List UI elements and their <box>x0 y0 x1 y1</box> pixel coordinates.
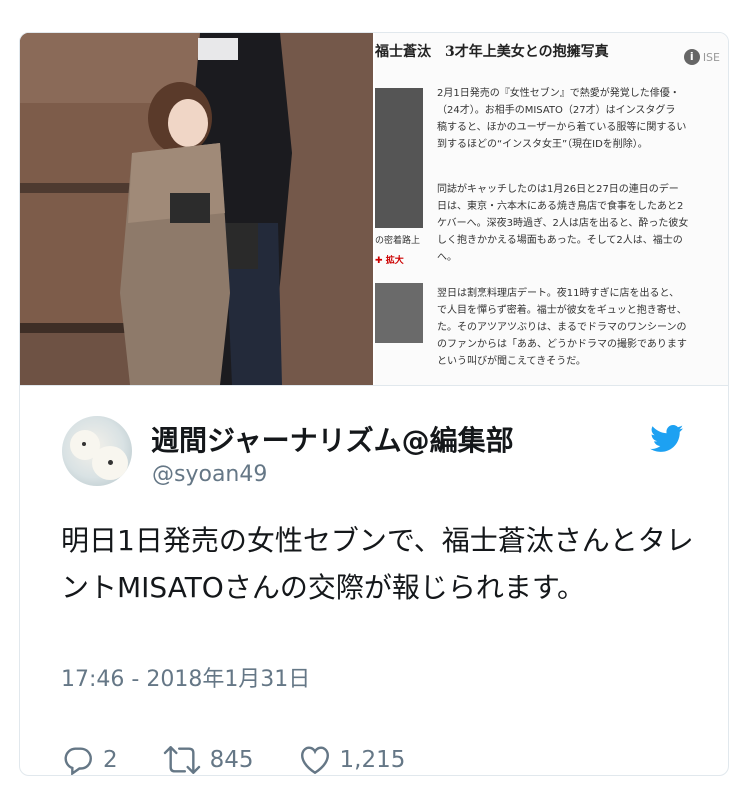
tweet-actions: 2 845 1,215 <box>61 743 449 775</box>
photo-illustration <box>20 33 373 385</box>
clip-info-label: ISE <box>702 50 720 64</box>
reply-button[interactable]: 2 <box>61 743 118 775</box>
clip-thumbnail-2 <box>375 283 423 343</box>
clip-title: 福士蒼汰 3才年上美女との抱擁写真 <box>375 44 609 60</box>
clip-paragraph: 同誌がキャッチしたのは1月26日と27日の連日のデー 日は、東京・六本木にある焼… <box>437 184 689 263</box>
clip-paragraph: 2月1日発売の『女性セブン』で熱愛が発覚した俳優・ （24才）。お相手のMISA… <box>437 88 687 150</box>
clip-info-badge: i ISE <box>683 49 720 65</box>
heart-icon <box>300 746 329 775</box>
like-count: 1,215 <box>339 747 406 773</box>
retweet-icon <box>163 746 200 774</box>
retweet-count: 845 <box>209 747 254 773</box>
tweet-timestamp[interactable]: 17:46 - 2018年1月31日 <box>61 661 310 693</box>
clip-thumbnail-1 <box>375 88 423 228</box>
like-button[interactable]: 1,215 <box>298 744 406 775</box>
info-icon: i <box>683 49 700 65</box>
article-clipping[interactable]: 福士蒼汰 3才年上美女との抱擁写真 i ISE の密着路上 ✚ 拡大 2月1日発… <box>375 33 728 385</box>
tweet-media[interactable]: 福士蒼汰 3才年上美女との抱擁写真 i ISE の密着路上 ✚ 拡大 2月1日発… <box>20 33 728 386</box>
zoom-link[interactable]: ✚ 拡大 <box>375 253 404 266</box>
tweet-text: 明日1日発売の女性セブンで、福士蒼汰さんとタレントMISATOさんの交際が報じら… <box>61 524 694 604</box>
display-name[interactable]: 週間ジャーナリズム@編集部 <box>151 419 514 459</box>
couple-photo[interactable] <box>20 33 373 385</box>
reply-icon <box>64 747 92 775</box>
twitter-bird-icon[interactable] <box>650 425 684 453</box>
tweet-card[interactable]: 福士蒼汰 3才年上美女との抱擁写真 i ISE の密着路上 ✚ 拡大 2月1日発… <box>19 32 729 776</box>
avatar[interactable] <box>62 416 132 486</box>
zoom-label: 拡大 <box>385 256 404 266</box>
user-handle[interactable]: @syoan49 <box>152 462 267 487</box>
tweet-body: 週間ジャーナリズム@編集部 @syoan49 明日1日発売の女性セブンで、福士蒼… <box>20 386 728 775</box>
retweet-button[interactable]: 845 <box>162 743 254 775</box>
zoom-icon: ✚ <box>375 256 386 266</box>
reply-count: 2 <box>103 747 118 773</box>
clip-thumb-caption: の密着路上 <box>375 236 421 246</box>
clip-paragraph: 翌日は割烹料理店デート。夜11時すぎに店を出ると、 で人目を憚らず密着。福士が彼… <box>437 288 687 367</box>
